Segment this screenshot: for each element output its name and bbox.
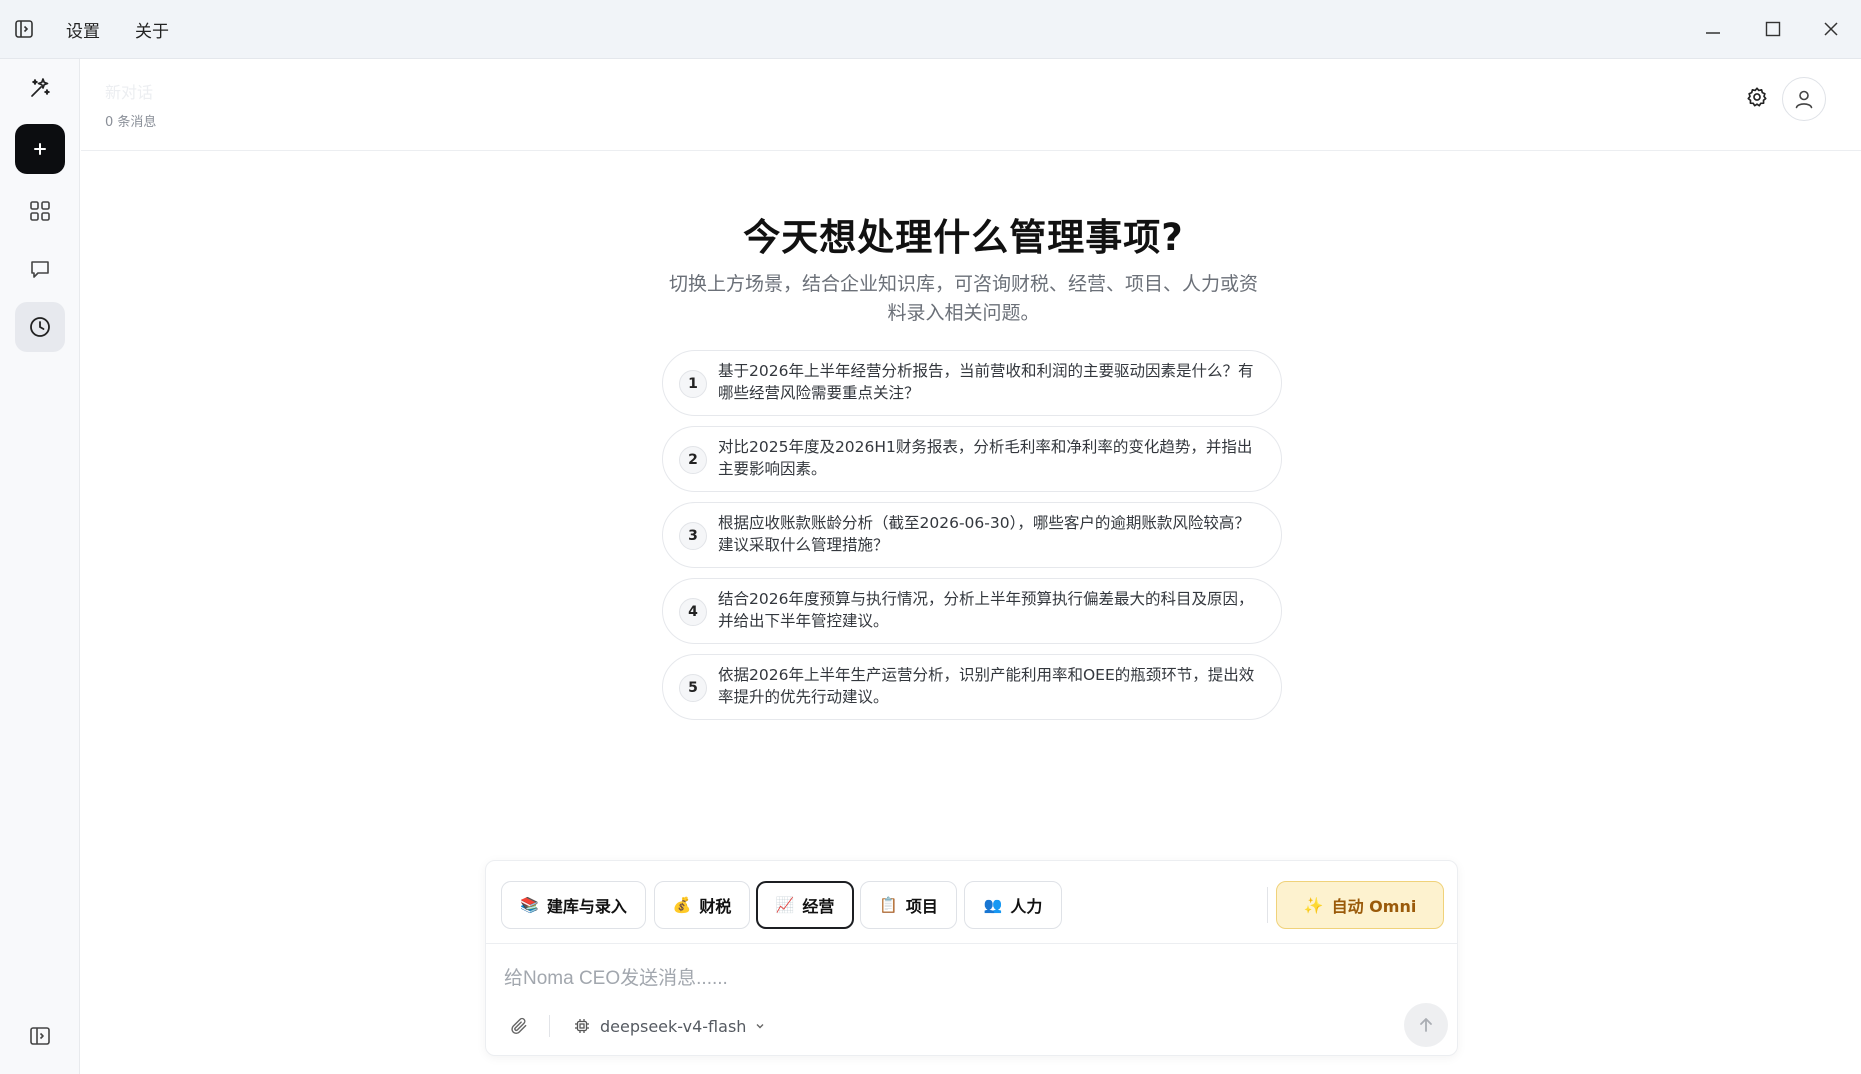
suggestion-number: 4 xyxy=(679,598,707,626)
money-bag-icon: 💰 xyxy=(672,896,692,914)
suggestion-item[interactable]: 1 基于2026年上半年经营分析报告，当前营收和利润的主要驱动因素是什么？有哪些… xyxy=(662,350,1282,416)
send-button[interactable] xyxy=(1404,1003,1448,1047)
chat-bubble-icon[interactable] xyxy=(15,244,65,294)
divider xyxy=(549,1015,550,1037)
title-bar: 设置 关于 xyxy=(0,0,1861,59)
conversation-header: 新对话 0 条消息 xyxy=(81,59,1861,151)
scene-selector: 📚 建库与录入 💰 财税 📈 经营 📋 项目 👥 人力 ✨ 自动 Omni xyxy=(486,861,1457,944)
menu-settings[interactable]: 设置 xyxy=(66,17,100,42)
page-subtitle: 切换上方场景，结合企业知识库，可咨询财税、经营、项目、人力或资料录入相关问题。 xyxy=(668,273,1258,324)
chart-increasing-icon: 📈 xyxy=(775,896,795,914)
books-icon: 📚 xyxy=(520,896,539,914)
chevron-down-icon xyxy=(755,1021,765,1031)
sidebar-toggle-icon[interactable] xyxy=(11,16,37,42)
minimize-button[interactable] xyxy=(1683,0,1743,58)
conversation-title: 新对话 xyxy=(105,83,154,102)
menu-about[interactable]: 关于 xyxy=(135,17,169,42)
suggestion-text: 根据应收账款账龄分析（截至2026-06-30），哪些客户的逾期账款风险较高？建… xyxy=(718,514,1250,554)
auto-omni-button[interactable]: ✨ 自动 Omni xyxy=(1276,881,1444,929)
people-icon: 👥 xyxy=(983,896,1003,914)
scene-button-operations[interactable]: 📈 经营 xyxy=(756,881,854,929)
plus-icon xyxy=(34,143,46,155)
message-count: 0 条消息 xyxy=(105,115,157,130)
scene-label: 经营 xyxy=(802,897,835,916)
grid-icon[interactable] xyxy=(15,186,65,236)
suggestion-text: 对比2025年度及2026H1财务报表，分析毛利率和净利率的变化趋势，并指出主要… xyxy=(718,438,1253,478)
arrow-up-icon xyxy=(1420,1018,1432,1032)
scene-label: 人力 xyxy=(1010,897,1043,916)
left-rail xyxy=(0,59,80,1074)
suggestion-item[interactable]: 2 对比2025年度及2026H1财务报表，分析毛利率和净利率的变化趋势，并指出… xyxy=(662,426,1282,492)
model-name: deepseek-v4-flash xyxy=(600,1016,747,1036)
composer: 📚 建库与录入 💰 财税 📈 经营 📋 项目 👥 人力 ✨ 自动 Omni 给N… xyxy=(485,860,1458,1056)
maximize-button[interactable] xyxy=(1743,0,1803,58)
suggestion-number: 2 xyxy=(679,446,707,474)
scene-label: 建库与录入 xyxy=(546,897,627,916)
paperclip-icon[interactable] xyxy=(506,1013,532,1039)
sparkles-icon: ✨ xyxy=(1303,895,1324,915)
gear-icon[interactable] xyxy=(1737,77,1777,117)
scene-button-hr[interactable]: 👥 人力 xyxy=(964,881,1062,929)
sparkles-icon[interactable] xyxy=(15,63,65,113)
scene-button-finance-tax[interactable]: 💰 财税 xyxy=(654,881,750,929)
clock-history-icon[interactable] xyxy=(15,302,65,352)
suggestion-number: 1 xyxy=(679,370,707,398)
suggestion-text: 依据2026年上半年生产运营分析，识别产能利用率和OEE的瓶颈环节，提出效率提升… xyxy=(718,666,1255,706)
scene-button-library[interactable]: 📚 建库与录入 xyxy=(501,881,646,929)
suggestion-number: 5 xyxy=(679,674,707,702)
scene-label: 财税 xyxy=(699,897,732,916)
divider xyxy=(1267,887,1268,923)
panel-expand-icon[interactable] xyxy=(15,1011,65,1061)
message-input[interactable] xyxy=(504,961,1404,997)
suggestion-text: 结合2026年度预算与执行情况，分析上半年预算执行偏差最大的科目及原因，并给出下… xyxy=(718,590,1254,630)
page-title: 今天想处理什么管理事项? xyxy=(743,216,1184,259)
menu-bar: 设置 关于 xyxy=(66,0,204,59)
new-chat-button[interactable] xyxy=(15,124,65,174)
model-selector[interactable]: deepseek-v4-flash xyxy=(574,1011,765,1041)
cpu-chip-icon xyxy=(574,1018,590,1034)
scene-label: 项目 xyxy=(905,897,938,916)
close-button[interactable] xyxy=(1801,0,1861,58)
suggestion-item[interactable]: 4 结合2026年度预算与执行情况，分析上半年预算执行偏差最大的科目及原因，并给… xyxy=(662,578,1282,644)
suggestion-item[interactable]: 3 根据应收账款账龄分析（截至2026-06-30），哪些客户的逾期账款风险较高… xyxy=(662,502,1282,568)
user-icon[interactable] xyxy=(1782,77,1826,121)
suggestion-number: 3 xyxy=(679,522,707,550)
suggestion-item[interactable]: 5 依据2026年上半年生产运营分析，识别产能利用率和OEE的瓶颈环节，提出效率… xyxy=(662,654,1282,720)
suggestion-list: 1 基于2026年上半年经营分析报告，当前营收和利润的主要驱动因素是什么？有哪些… xyxy=(662,350,1282,730)
suggestion-text: 基于2026年上半年经营分析报告，当前营收和利润的主要驱动因素是什么？有哪些经营… xyxy=(718,362,1254,402)
clipboard-icon: 📋 xyxy=(879,896,898,914)
omni-label: 自动 Omni xyxy=(1331,897,1417,916)
scene-button-project[interactable]: 📋 项目 xyxy=(860,881,957,929)
